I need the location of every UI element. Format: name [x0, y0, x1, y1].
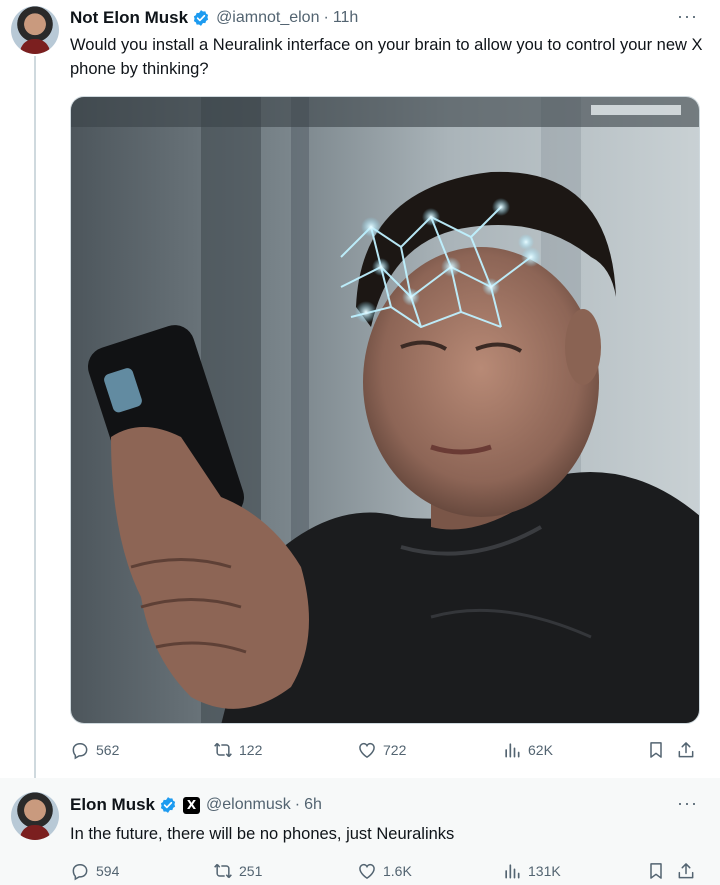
- bookmark-icon: [650, 863, 662, 879]
- verified-badge-icon: [193, 10, 209, 26]
- more-icon[interactable]: ···: [677, 793, 698, 814]
- reply-icon: [72, 743, 88, 760]
- tweet-original[interactable]: Not Elon Musk @iamnot_elon · 11h ··· Wou…: [0, 0, 720, 778]
- views-button[interactable]: 131K: [502, 861, 561, 881]
- tweet-text: In the future, there will be no phones, …: [70, 825, 455, 843]
- share-icon: [678, 863, 694, 879]
- like-button[interactable]: 722: [357, 740, 406, 760]
- retweet-icon: [214, 863, 232, 879]
- author-name[interactable]: Elon Musk: [70, 795, 155, 815]
- like-count: 722: [383, 742, 407, 758]
- reply-button[interactable]: 562: [70, 740, 119, 760]
- separator-dot: ·: [323, 9, 329, 26]
- retweet-icon: [214, 742, 232, 758]
- like-button[interactable]: 1.6K: [357, 861, 412, 881]
- views-icon: [505, 743, 520, 758]
- verified-badge-icon: [160, 797, 176, 813]
- views-button[interactable]: 62K: [502, 740, 553, 760]
- bookmark-icon: [650, 742, 662, 758]
- timestamp[interactable]: 6h: [304, 796, 322, 814]
- separator-dot: ·: [294, 796, 301, 813]
- tweet-reply[interactable]: Elon Musk X @elonmusk · 6h ··· In the fu…: [0, 778, 720, 885]
- reply-count: 594: [96, 863, 120, 879]
- retweet-button[interactable]: 251: [213, 861, 262, 881]
- author-handle[interactable]: @elonmusk: [206, 796, 291, 814]
- retweet-button[interactable]: 122: [213, 740, 262, 760]
- views-count: 62K: [528, 742, 553, 758]
- share-icon: [678, 742, 694, 758]
- views-icon: [505, 864, 520, 879]
- like-icon: [359, 863, 375, 879]
- bookmark-button[interactable]: [646, 740, 666, 760]
- more-icon[interactable]: ···: [677, 6, 698, 27]
- like-count: 1.6K: [383, 863, 412, 879]
- bookmark-button[interactable]: [646, 861, 666, 881]
- x-affiliate-icon: X: [183, 796, 201, 814]
- share-button[interactable]: [676, 861, 696, 881]
- like-icon: [359, 742, 375, 758]
- tweet-text: Would you install a Neuralink interface …: [70, 36, 703, 78]
- thread-connector-line: [34, 56, 36, 778]
- timestamp[interactable]: 11h: [333, 9, 359, 27]
- reply-button[interactable]: 594: [70, 861, 119, 881]
- avatar[interactable]: [11, 792, 59, 840]
- tweet-header: Not Elon Musk @iamnot_elon · 11h: [70, 6, 358, 30]
- reply-count: 562: [96, 742, 120, 758]
- neuralink-phone-photo: [71, 97, 699, 723]
- author-handle[interactable]: @iamnot_elon: [216, 9, 319, 27]
- share-button[interactable]: [676, 740, 696, 760]
- tweet-image[interactable]: [70, 96, 700, 724]
- avatar[interactable]: [11, 6, 59, 54]
- action-bar: 594 251 1.6K 131K: [70, 861, 700, 885]
- retweet-count: 251: [239, 863, 263, 879]
- reply-icon: [72, 864, 88, 881]
- retweet-count: 122: [239, 742, 263, 758]
- views-count: 131K: [528, 863, 561, 879]
- tweet-header: Elon Musk X @elonmusk · 6h: [70, 793, 322, 817]
- action-bar: 562 122 722 62K: [70, 740, 700, 764]
- author-name[interactable]: Not Elon Musk: [70, 8, 188, 28]
